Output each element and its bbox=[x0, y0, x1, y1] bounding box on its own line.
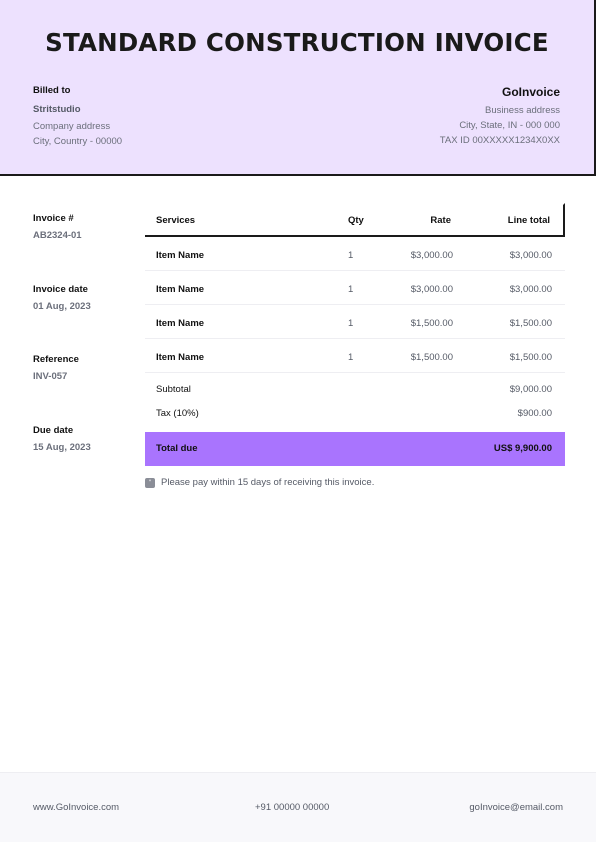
tax-label: Tax (10%) bbox=[156, 408, 199, 419]
invoice-title: STANDARD CONSTRUCTION INVOICE bbox=[45, 28, 549, 57]
row-rate: $3,000.00 bbox=[410, 284, 453, 295]
row-qty: 1 bbox=[348, 284, 354, 295]
reference-label: Reference bbox=[33, 354, 79, 365]
billed-to-block: Billed to Stritstudio Company address Ci… bbox=[33, 85, 122, 147]
client-name: Stritstudio bbox=[33, 104, 81, 115]
row-item: Item Name bbox=[156, 284, 205, 295]
invoice-date-label: Invoice date bbox=[33, 284, 88, 295]
row-rate: $3,000.00 bbox=[410, 250, 453, 261]
footer-website: www.GoInvoice.com bbox=[33, 802, 120, 813]
payment-note: “ Please pay within 15 days of receiving… bbox=[145, 477, 374, 488]
row-item: Item Name bbox=[156, 352, 205, 363]
row-item: Item Name bbox=[156, 318, 205, 329]
billed-to-label: Billed to bbox=[33, 85, 71, 96]
reference-block: Reference INV-057 bbox=[33, 354, 79, 382]
client-city: City, Country - 00000 bbox=[33, 136, 123, 147]
header-rate: Rate bbox=[430, 215, 451, 226]
subtotal-label: Subtotal bbox=[156, 384, 191, 395]
table-row: Item Name 1 $1,500.00 $1,500.00 bbox=[145, 305, 565, 339]
reference-value: INV-057 bbox=[33, 371, 68, 382]
total-due-label: Total due bbox=[156, 443, 198, 454]
due-date: 15 Aug, 2023 bbox=[33, 442, 91, 453]
row-item: Item Name bbox=[156, 250, 205, 261]
company-address: Business address bbox=[485, 105, 560, 116]
row-rate: $1,500.00 bbox=[410, 318, 453, 329]
row-total: $1,500.00 bbox=[509, 352, 552, 363]
due-date-label: Due date bbox=[33, 425, 74, 436]
tax-row: Tax (10%) $900.00 bbox=[145, 400, 565, 424]
company-tax-id: TAX ID 00XXXXX1234X0XX bbox=[439, 135, 560, 146]
total-due-row: Total due US$ 9,900.00 bbox=[145, 432, 565, 466]
company-city: City, State, IN - 000 000 bbox=[459, 120, 560, 131]
table-header: Services Qty Rate Line total bbox=[145, 203, 565, 237]
footer-email: goInvoice@email.com bbox=[469, 802, 563, 813]
quote-icon: “ bbox=[145, 477, 155, 488]
table-row: Item Name 1 $3,000.00 $3,000.00 bbox=[145, 271, 565, 305]
row-qty: 1 bbox=[348, 318, 354, 329]
row-total: $1,500.00 bbox=[509, 318, 552, 329]
company-block: GoInvoice Business address City, State, … bbox=[440, 85, 560, 146]
row-total: $3,000.00 bbox=[509, 284, 552, 295]
client-address: Company address bbox=[33, 121, 111, 132]
invoice-date: 01 Aug, 2023 bbox=[33, 301, 91, 312]
row-qty: 1 bbox=[348, 352, 354, 363]
subtotal-value: $9,000.00 bbox=[509, 384, 552, 395]
header-line-total: Line total bbox=[507, 215, 550, 226]
company-name: GoInvoice bbox=[501, 85, 560, 99]
table-row: Item Name 1 $1,500.00 $1,500.00 bbox=[145, 339, 565, 373]
tax-value: $900.00 bbox=[517, 408, 552, 419]
row-rate: $1,500.00 bbox=[410, 352, 453, 363]
row-total: $3,000.00 bbox=[509, 250, 552, 261]
invoice-number: AB2324-01 bbox=[33, 230, 82, 241]
table-row: Item Name 1 $3,000.00 $3,000.00 bbox=[145, 237, 565, 271]
invoice-footer: www.GoInvoice.com +91 00000 00000 goInvo… bbox=[0, 772, 596, 842]
services-table: Services Qty Rate Line total Item Name 1… bbox=[145, 203, 565, 466]
total-due-value: US$ 9,900.00 bbox=[493, 443, 552, 454]
header-qty: Qty bbox=[348, 215, 364, 226]
row-qty: 1 bbox=[348, 250, 354, 261]
invoice-date-block: Invoice date 01 Aug, 2023 bbox=[33, 284, 91, 312]
header-services: Services bbox=[156, 215, 196, 226]
invoice-number-label: Invoice # bbox=[33, 213, 74, 224]
payment-note-text: Please pay within 15 days of receiving t… bbox=[161, 477, 375, 488]
invoice-number-block: Invoice # AB2324-01 bbox=[33, 213, 82, 241]
invoice-header: STANDARD CONSTRUCTION INVOICE Billed to … bbox=[0, 0, 596, 176]
subtotal-row: Subtotal $9,000.00 bbox=[145, 376, 565, 400]
due-date-block: Due date 15 Aug, 2023 bbox=[33, 425, 91, 453]
footer-phone: +91 00000 00000 bbox=[255, 802, 330, 813]
